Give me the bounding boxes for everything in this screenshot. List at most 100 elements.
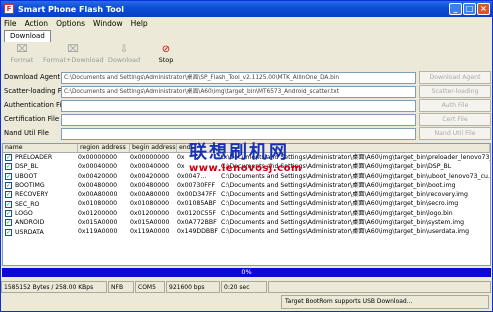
partition-location: C:\Documents and Settings\Administrator\…: [221, 219, 465, 227]
partition-checkbox[interactable]: ✓: [5, 182, 12, 190]
title-bar[interactable]: F Smart Phone Flash Tool _ □ ×: [1, 1, 492, 17]
tab-row: Download: [4, 30, 51, 42]
download-agent-input[interactable]: C:\Documents and Settings\Administrator\…: [61, 72, 416, 84]
region-address: 0x015A0000: [78, 219, 118, 227]
auth-file-row: Authentication File Auth File: [1, 99, 492, 113]
table-row[interactable]: ✓ RECOVERY 0x00A80000 0x00A80000 0x00D347FF C…: [3, 190, 490, 199]
partition-checkbox[interactable]: ✓: [5, 219, 12, 227]
table-row[interactable]: ✓ DSP_BL 0x00040000 0x00040000 0x C:\Document…: [3, 162, 490, 171]
menu-action[interactable]: Action: [25, 19, 49, 28]
region-address: 0x00040000: [78, 163, 118, 171]
download-button[interactable]: ⇩ Download: [103, 44, 145, 68]
status-spare: [268, 281, 491, 293]
format-label: Format: [10, 56, 34, 64]
partition-checkbox[interactable]: ✓: [5, 228, 12, 236]
partition-checkbox[interactable]: ✓: [5, 154, 12, 162]
tab-download[interactable]: Download: [4, 30, 51, 42]
partition-location: C:\Documents and Settings\Administrator\…: [221, 181, 456, 189]
download-agent-label: Download Agent: [4, 73, 61, 81]
scatter-loading-button[interactable]: Scatter-loading: [419, 85, 491, 98]
nand-util-label: Nand Util File: [4, 129, 49, 137]
toolbar: ⌧ Format ⌧ Format+Download ⇩ Download ⊘ …: [1, 44, 492, 68]
format-icon: ⌧: [16, 44, 28, 55]
table-row[interactable]: ✓ SEC_RO 0x01080000 0x01080000 0x01085ABF C:\…: [3, 199, 490, 208]
stop-button[interactable]: ⊘ Stop: [145, 44, 187, 68]
cert-file-row: Certification File Cert File: [1, 113, 492, 127]
maximize-button[interactable]: □: [463, 3, 476, 15]
scatter-file-label: Scatter-loading File: [4, 87, 70, 95]
region-address: 0x00420000: [78, 172, 118, 180]
partition-checkbox[interactable]: ✓: [5, 200, 12, 208]
format-download-button[interactable]: ⌧ Format+Download: [43, 44, 104, 68]
col-begin-address[interactable]: begin address: [130, 144, 177, 152]
menu-bar: File Action Options Window Help: [1, 17, 492, 30]
end-address: 0x0120C55F: [177, 209, 217, 217]
begin-address: 0x00040000: [130, 163, 170, 171]
col-location[interactable]: [221, 144, 490, 152]
table-row[interactable]: ✓ LOGO 0x01200000 0x01200000 0x0120C55F C:\Do…: [3, 209, 490, 218]
partition-name: LOGO: [15, 209, 33, 217]
download-agent-button[interactable]: Download Agent: [419, 71, 491, 84]
menu-file[interactable]: File: [4, 19, 17, 28]
partition-checkbox[interactable]: ✓: [5, 172, 12, 180]
message-bar: Target BootRom supports USB Download...: [1, 295, 492, 309]
begin-address: 0x00480000: [130, 181, 170, 189]
col-name[interactable]: name: [3, 144, 78, 152]
region-address: 0x01080000: [78, 200, 118, 208]
partition-name: RECOVERY: [15, 191, 49, 199]
menu-help[interactable]: Help: [131, 19, 148, 28]
minimize-button[interactable]: _: [449, 3, 462, 15]
menu-window[interactable]: Window: [93, 19, 123, 28]
table-row[interactable]: ✓ PRELOADER 0x00000000 0x00000000 0x C:\Docum…: [3, 153, 490, 162]
menu-options[interactable]: Options: [56, 19, 85, 28]
scatter-file-input[interactable]: C:\Documents and Settings\Administrator\…: [61, 86, 416, 98]
region-address: 0x01200000: [78, 209, 118, 217]
cert-file-input[interactable]: [61, 114, 416, 126]
close-button[interactable]: ×: [477, 3, 490, 15]
window-title: Smart Phone Flash Tool: [18, 4, 124, 14]
partition-location: C:\Documents and Settings\Administrator\…: [221, 163, 452, 171]
status-baud: 921600 bps: [166, 281, 220, 293]
partition-checkbox[interactable]: ✓: [5, 191, 12, 199]
region-address: 0x00480000: [78, 181, 118, 189]
end-address: 0x: [177, 154, 185, 161]
partition-name: BOOTIMG: [15, 182, 45, 190]
end-address: 0x00D347FF: [177, 191, 217, 199]
flash-tool-window: F Smart Phone Flash Tool _ □ × File Acti…: [0, 0, 493, 312]
partition-checkbox[interactable]: ✓: [5, 209, 12, 217]
partition-name: PRELOADER: [15, 154, 53, 162]
stop-label: Stop: [158, 56, 174, 64]
table-header: name region address begin address end: [3, 144, 490, 153]
table-row[interactable]: ✓ BOOTIMG 0x00480000 0x00480000 0x00730FFF C:…: [3, 181, 490, 190]
cert-file-button[interactable]: Cert File: [419, 113, 491, 126]
auth-file-label: Authentication File: [4, 101, 68, 109]
download-icon: ⇩: [119, 44, 129, 55]
partition-location: C:\Documents and Settings\Administrator\…: [221, 209, 453, 217]
begin-address: 0x01200000: [130, 209, 170, 217]
nand-util-button[interactable]: Nand Util File: [419, 127, 491, 140]
auth-file-input[interactable]: [61, 100, 416, 112]
partition-checkbox[interactable]: ✓: [5, 163, 12, 171]
end-address: 0x00730FFF: [177, 181, 215, 189]
format-download-label: Format+Download: [43, 56, 104, 64]
region-address: 0x119A0000: [78, 228, 118, 236]
begin-address: 0x119A0000: [130, 228, 170, 236]
format-button[interactable]: ⌧ Format: [1, 44, 43, 68]
nand-util-input[interactable]: [61, 128, 416, 140]
begin-address: 0x01080000: [130, 200, 170, 208]
auth-file-button[interactable]: Auth File: [419, 99, 491, 112]
begin-address: 0x00420000: [130, 172, 170, 180]
partition-location: C:\Documents and Settings\Administrator\…: [221, 191, 468, 199]
col-region-address[interactable]: region address: [78, 144, 130, 152]
partition-name: DSP_BL: [15, 163, 39, 171]
table-row[interactable]: ✓ ANDROID 0x015A0000 0x015A0000 0x0A772BBF C:…: [3, 218, 490, 227]
table-row[interactable]: ✓ UBOOT 0x00420000 0x00420000 0x0047... C:\Do…: [3, 172, 490, 181]
col-end-address[interactable]: end: [177, 144, 221, 152]
partition-location: C:\Documents and Settings\Administrator\…: [221, 172, 490, 180]
table-row[interactable]: ✓ USRDATA 0x119A0000 0x119A0000 0x149DDBBF C:…: [3, 227, 490, 236]
end-address: 0x0A772BBF: [177, 219, 217, 227]
app-icon: F: [4, 4, 14, 14]
partition-name: USRDATA: [15, 228, 44, 236]
stop-icon: ⊘: [161, 44, 171, 55]
partition-name: ANDROID: [15, 219, 45, 227]
